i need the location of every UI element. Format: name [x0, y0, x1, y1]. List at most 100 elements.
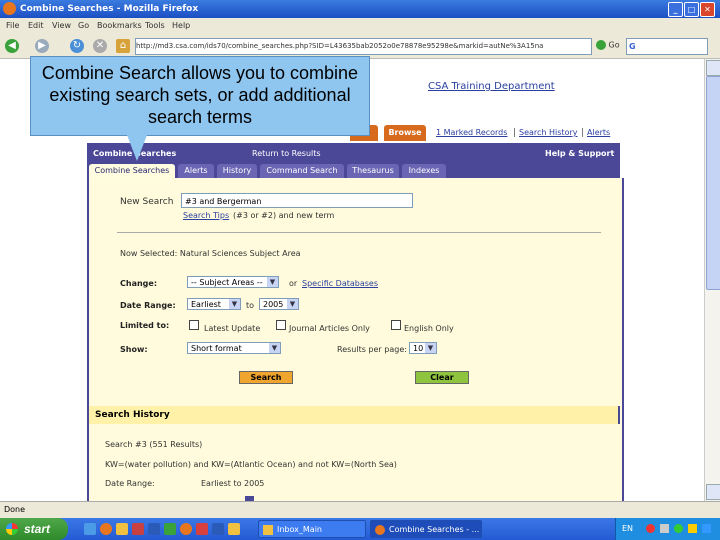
callout-text: Combine Search allows you to combine exi…	[41, 63, 359, 127]
home-icon[interactable]: ⌂	[116, 39, 130, 53]
tray-icon-4[interactable]	[688, 524, 697, 533]
chevron-down-icon: ▼	[229, 299, 240, 309]
return-to-results-link[interactable]: Return to Results	[252, 149, 321, 158]
desktop-icon[interactable]	[84, 523, 96, 535]
scroll-down-icon[interactable]	[706, 484, 720, 500]
address-bar[interactable]: http://md3.csa.com/ids70/combine_searche…	[135, 38, 592, 55]
task-firefox-label: Combine Searches - ...	[389, 525, 480, 534]
windows-logo-icon	[6, 523, 18, 535]
tab-combine-searches[interactable]: Combine Searches	[89, 164, 175, 178]
forward-icon[interactable]: ▶	[35, 39, 49, 53]
word-icon[interactable]	[148, 523, 160, 535]
journal-articles-checkbox[interactable]	[276, 320, 286, 330]
alerts-link[interactable]: Alerts	[587, 128, 610, 137]
search-tips-link[interactable]: Search Tips	[183, 211, 229, 220]
menu-bookmarks[interactable]: Bookmarks	[97, 21, 142, 30]
tab-history[interactable]: History	[217, 164, 257, 178]
firefox-task-icon	[375, 525, 385, 535]
show-format-value: Short format	[191, 344, 242, 353]
marked-records-link[interactable]: 1 Marked Records	[436, 128, 507, 137]
date-from-value: Earliest	[191, 300, 221, 309]
minimize-button[interactable]: _	[668, 2, 683, 17]
task-inbox-label: Inbox_Main	[277, 525, 322, 534]
taskbar: start Inbox_Main Combine Searches - ... …	[0, 518, 720, 540]
limited-to-label: Limited to:	[120, 321, 170, 330]
results-per-page-select[interactable]: 10 ▼	[409, 342, 437, 354]
history-entry-query: KW=(water pollution) and KW=(Atlantic Oc…	[105, 460, 397, 469]
to-text: to	[246, 301, 255, 310]
firefox-icon-2[interactable]	[180, 523, 192, 535]
show-format-select[interactable]: Short format ▼	[187, 342, 281, 354]
tray-icon-3[interactable]	[674, 524, 683, 533]
clear-button[interactable]: Clear	[415, 371, 469, 384]
app-icon-2[interactable]	[196, 523, 208, 535]
new-search-label: New Search	[120, 197, 174, 207]
search-box[interactable]: G	[626, 38, 708, 55]
search-button[interactable]: Search	[239, 371, 293, 384]
tab-command-search[interactable]: Command Search	[260, 164, 344, 178]
app-icon-4[interactable]	[228, 523, 240, 535]
window-title-bar[interactable]: Combine Searches - Mozilla Firefox _ □ ✕	[0, 0, 720, 18]
subtab-row: Combine Searches Alerts History Command …	[87, 164, 620, 178]
date-to-select[interactable]: 2005 ▼	[259, 298, 299, 310]
start-button[interactable]: start	[0, 518, 68, 540]
menu-go[interactable]: Go	[78, 21, 89, 30]
back-icon[interactable]: ◀	[5, 39, 19, 53]
callout-pointer	[127, 135, 147, 161]
chevron-down-icon: ▼	[425, 343, 436, 353]
maximize-button[interactable]: □	[684, 2, 699, 17]
status-bar: Done	[0, 501, 720, 518]
dept-link[interactable]: CSA Training Department	[428, 81, 555, 92]
go-button[interactable]: Go	[596, 40, 620, 50]
scroll-up-icon[interactable]	[706, 60, 720, 76]
app-icon[interactable]	[132, 523, 144, 535]
subject-areas-select[interactable]: -- Subject Areas -- ▼	[187, 276, 279, 288]
close-button[interactable]: ✕	[700, 2, 715, 17]
search-history-link[interactable]: Search History	[519, 128, 578, 137]
menu-view[interactable]: View	[52, 21, 71, 30]
vertical-scrollbar[interactable]	[704, 59, 720, 501]
specific-databases-link[interactable]: Specific Databases	[302, 279, 378, 288]
system-tray: EN	[615, 518, 720, 540]
callout-box: Combine Search allows you to combine exi…	[30, 56, 370, 161]
outlook-icon[interactable]	[116, 523, 128, 535]
tab-browse[interactable]: Browse	[384, 125, 426, 141]
inbox-icon	[263, 525, 273, 535]
stop-icon[interactable]: ✕	[93, 39, 107, 53]
or-text: or	[289, 279, 298, 288]
start-label: start	[24, 522, 51, 536]
tab-thesaurus[interactable]: Thesaurus	[347, 164, 399, 178]
task-inbox[interactable]: Inbox_Main	[258, 520, 366, 538]
help-support-link[interactable]: Help & Support	[545, 149, 614, 158]
date-from-select[interactable]: Earliest ▼	[187, 298, 241, 310]
menu-help[interactable]: Help	[172, 21, 190, 30]
reload-icon[interactable]: ↻	[70, 39, 84, 53]
journal-articles-label: Journal Articles Only	[289, 324, 370, 333]
tray-icon-5[interactable]	[702, 524, 711, 533]
firefox-quicklaunch-icon[interactable]	[100, 523, 112, 535]
menu-file[interactable]: File	[6, 21, 19, 30]
subject-areas-value: -- Subject Areas --	[191, 278, 263, 287]
date-to-value: 2005	[263, 300, 284, 309]
go-icon	[596, 40, 606, 50]
latest-update-checkbox[interactable]	[189, 320, 199, 330]
menu-tools[interactable]: Tools	[145, 21, 165, 30]
tab-indexes[interactable]: Indexes	[402, 164, 446, 178]
english-only-checkbox[interactable]	[391, 320, 401, 330]
menu-edit[interactable]: Edit	[28, 21, 44, 30]
excel-icon[interactable]	[164, 523, 176, 535]
language-indicator[interactable]: EN	[622, 524, 633, 533]
search-history-heading: Search History	[87, 406, 620, 424]
task-firefox[interactable]: Combine Searches - ...	[370, 520, 482, 538]
new-search-input[interactable]: #3 and Bergerman	[181, 193, 413, 208]
tab-alerts[interactable]: Alerts	[178, 164, 214, 178]
history-entry-title: Search #3 (551 Results)	[105, 440, 203, 449]
tray-icon-2[interactable]	[660, 524, 669, 533]
tray-icon-1[interactable]	[646, 524, 655, 533]
app-icon-3[interactable]	[212, 523, 224, 535]
history-date-value: Earliest to 2005	[201, 479, 265, 488]
scroll-thumb[interactable]	[706, 76, 720, 290]
go-label: Go	[608, 40, 620, 50]
section-bar: Combine Searches Return to Results Help …	[87, 143, 620, 164]
english-only-label: English Only	[404, 324, 454, 333]
